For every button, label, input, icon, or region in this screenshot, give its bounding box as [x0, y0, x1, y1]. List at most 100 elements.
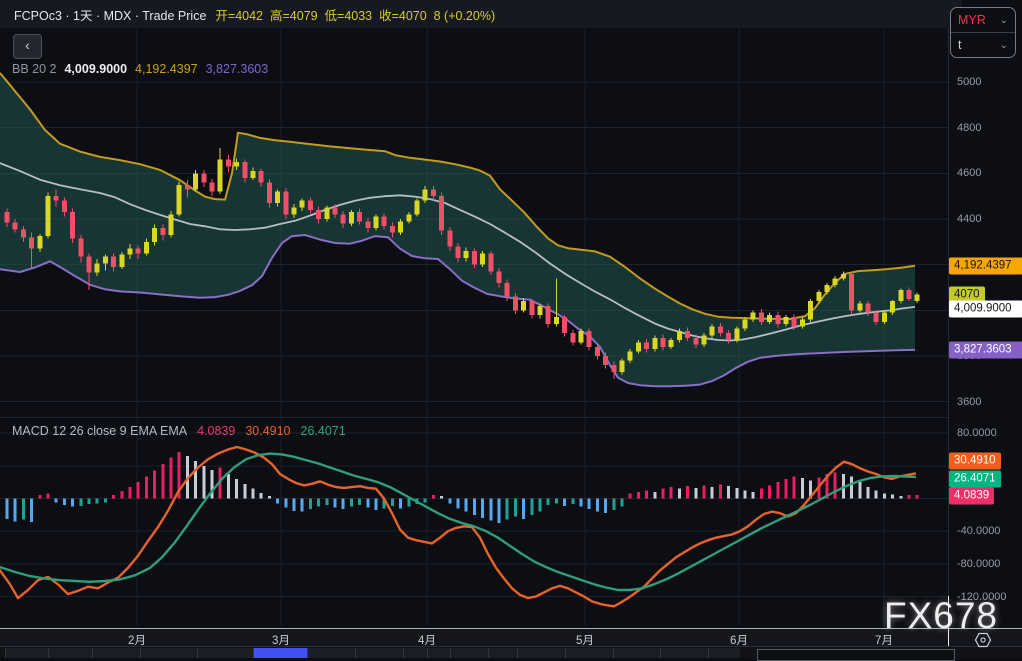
- candle-body: [128, 249, 133, 255]
- candle-body: [898, 290, 903, 301]
- candle-body: [292, 208, 297, 215]
- candle-body: [513, 297, 518, 311]
- macd-hist-bar: [104, 499, 107, 503]
- macd-hist-bar: [776, 482, 779, 498]
- candle-body: [447, 230, 452, 246]
- candle-body: [87, 257, 92, 273]
- macd-hist-bar: [899, 496, 902, 498]
- candle-body: [595, 347, 600, 356]
- back-button[interactable]: ‹: [13, 34, 42, 59]
- symbol-title[interactable]: FCPOc3 · 1天 · MDX · Trade Price: [14, 5, 206, 24]
- candle-body: [349, 212, 354, 223]
- axis-tick-label: -40.0000: [957, 525, 1000, 537]
- chevron-down-icon: ⌄: [1000, 40, 1008, 51]
- macd-signal-value: 26.4071: [301, 424, 346, 438]
- macd-hist-bar: [407, 499, 410, 507]
- macd-hist-bar: [867, 487, 870, 498]
- candle-body: [333, 208, 338, 215]
- symbol-header: FCPOc3 · 1天 · MDX · Trade Price 开=4042 高…: [0, 0, 962, 28]
- candle-body: [390, 226, 395, 233]
- history-minimap-strip[interactable]: [0, 646, 1022, 658]
- macd-hist-bar: [514, 499, 517, 517]
- candle-body: [357, 212, 362, 221]
- candle-body: [119, 254, 124, 267]
- macd-hist-bar: [539, 499, 542, 512]
- macd-hist-bar: [555, 499, 558, 504]
- macd-hist-bar: [284, 499, 287, 508]
- macd-hist-bar: [63, 499, 66, 506]
- macd-hist-bar: [506, 499, 509, 520]
- macd-hist-bar: [481, 499, 484, 519]
- macd-hist-bar: [309, 499, 312, 510]
- candle-body: [316, 210, 321, 219]
- macd-hist-bar: [686, 486, 689, 498]
- candle-body: [283, 192, 288, 215]
- time-axis[interactable]: 2月3月4月5月6月7月: [0, 628, 1022, 646]
- macd-hist-bar: [916, 495, 919, 498]
- ohlc-values: 开=4042 高=4079 低=4033 收=4070 8 (+0.20%): [215, 5, 495, 24]
- candle-body: [37, 236, 42, 249]
- candle-body: [324, 208, 329, 219]
- macd-hist-bar: [752, 492, 755, 499]
- macd-hist-bar: [908, 495, 911, 498]
- bb-basis-value: 4,009.9000: [64, 62, 127, 76]
- macd-indicator-legend[interactable]: MACD 12 26 close 9 EMA EMA4.083930.49102…: [12, 424, 346, 438]
- currency-selector[interactable]: MYR ⌄: [951, 8, 1015, 33]
- macd-hist-bar: [653, 492, 656, 499]
- macd-hist-bar: [760, 489, 763, 499]
- axis-price-badge: 4,192.4397: [949, 258, 1022, 275]
- candle-body: [562, 317, 567, 333]
- candle-body: [702, 335, 707, 344]
- bb-indicator-legend[interactable]: BB 20 24,009.90004,192.43973,827.3603: [12, 62, 268, 76]
- candle-body: [103, 257, 108, 264]
- candle-body: [538, 306, 543, 315]
- macd-hist-bar: [47, 494, 50, 499]
- candle-body: [718, 326, 723, 333]
- macd-hist-bar: [227, 474, 230, 499]
- candle-body: [275, 192, 280, 203]
- macd-hist-bar: [194, 461, 197, 499]
- macd-hist-bar: [563, 499, 566, 506]
- macd-hist-bar: [145, 476, 148, 498]
- candle-body: [529, 301, 534, 315]
- macd-hist-bar: [260, 493, 263, 499]
- macd-hist-bar: [670, 487, 673, 498]
- candle-body: [46, 196, 51, 236]
- pane-separator: [0, 417, 948, 418]
- macd-hist-bar: [596, 499, 599, 512]
- candle-body: [505, 283, 510, 297]
- macd-hist-bar: [276, 499, 279, 504]
- macd-hist-bar: [243, 484, 246, 499]
- macd-hist-bar: [358, 499, 361, 506]
- macd-hist-bar: [489, 499, 492, 521]
- candle-body: [193, 173, 198, 189]
- macd-hist-bar: [858, 482, 861, 498]
- candle-body: [792, 317, 797, 326]
- chart-surface[interactable]: [0, 0, 1022, 657]
- axis-price-badge: 3,827.3603: [949, 342, 1022, 359]
- candle-body: [218, 160, 223, 192]
- candle-body: [185, 185, 190, 190]
- macd-hist-bar: [202, 466, 205, 499]
- macd-hist-bar: [727, 486, 730, 498]
- macd-hist-bar: [883, 494, 886, 499]
- macd-hist-bar: [153, 471, 156, 499]
- candle-body: [497, 272, 502, 283]
- macd-hist-bar: [645, 490, 648, 498]
- currency-unit-box: MYR ⌄ t ⌄: [950, 7, 1016, 58]
- candle-body: [431, 189, 436, 196]
- candle-body: [587, 331, 592, 347]
- minimap-range-box[interactable]: [757, 649, 955, 661]
- macd-hist-bar: [448, 499, 451, 504]
- candle-body: [890, 301, 895, 312]
- candle-body: [398, 221, 403, 232]
- macd-hist-bar: [703, 485, 706, 498]
- macd-hist-bar: [793, 476, 796, 498]
- candle-body: [152, 228, 157, 242]
- candle-body: [341, 214, 346, 223]
- macd-hist-bar: [547, 499, 550, 506]
- candle-body: [300, 201, 305, 208]
- unit-selector[interactable]: t ⌄: [951, 33, 1015, 57]
- price-axis[interactable]: 50004800460044003800360080.0000-40.0000-…: [948, 0, 1022, 628]
- bb-upper-value: 4,192.4397: [135, 62, 198, 76]
